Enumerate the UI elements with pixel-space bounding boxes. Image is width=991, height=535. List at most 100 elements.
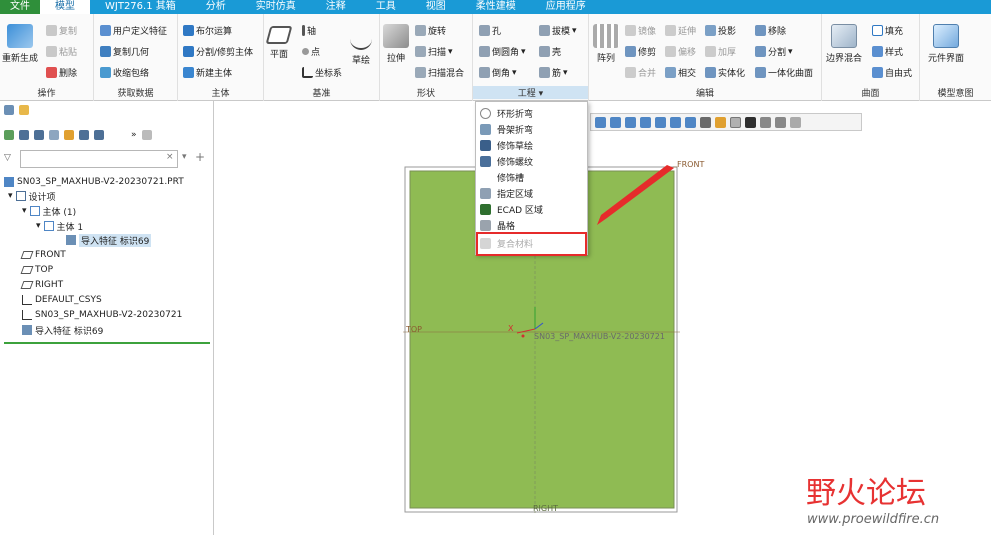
tree-settings-icon[interactable]	[94, 130, 104, 140]
tree-right-plane[interactable]: RIGHT	[20, 278, 63, 292]
tab-tools[interactable]: 工具	[361, 0, 411, 14]
split-trim-body-button[interactable]: 分割/修剪主体	[183, 45, 253, 58]
boundary-blend-button[interactable]: 边界混合	[826, 24, 862, 64]
copy-geometry-button[interactable]: 复制几何	[100, 45, 149, 58]
offset-button[interactable]: 偏移	[665, 45, 696, 58]
perspective-icon[interactable]	[700, 116, 711, 128]
freeform-button[interactable]: 自由式	[872, 66, 912, 79]
solidify-button[interactable]: 实体化	[705, 66, 745, 79]
view-manager-icon[interactable]	[685, 116, 696, 128]
tab-model[interactable]: 模型	[40, 0, 90, 14]
zoom-out-icon[interactable]	[610, 116, 621, 128]
intersect-button[interactable]: 相交	[665, 66, 696, 79]
tree-import-feature[interactable]: 导入特征 标识69	[22, 323, 103, 337]
shrinkwrap-button[interactable]: 收缩包络	[100, 66, 149, 79]
tab-applications[interactable]: 应用程序	[531, 0, 601, 14]
zoom-in-icon[interactable]	[595, 116, 606, 128]
copy-button[interactable]: 复制	[46, 24, 77, 37]
plane-button[interactable]: 平面	[265, 26, 293, 60]
menu-item-cosmetic-thread[interactable]: 修饰螺纹	[480, 154, 533, 168]
tree-body-1[interactable]: ▾ 主体 1	[36, 219, 83, 233]
group-label-engineering[interactable]: 工程 ▾	[473, 86, 588, 99]
tab-analysis[interactable]: 分析	[191, 0, 241, 14]
refit-icon[interactable]	[625, 116, 636, 128]
group-label-editing[interactable]: 编辑	[589, 86, 821, 99]
rib-button[interactable]: 筋 ▾	[539, 66, 568, 79]
group-label-body[interactable]: 主体	[178, 86, 263, 99]
expand-icon[interactable]: ▾	[36, 221, 41, 231]
insert-here-line[interactable]	[4, 342, 210, 344]
tab-flexible-modeling[interactable]: 柔性建模	[461, 0, 531, 14]
trim-button[interactable]: 修剪	[625, 45, 656, 58]
tab-file[interactable]: 文件	[0, 0, 40, 14]
extend-button[interactable]: 延伸	[665, 24, 696, 37]
fill-button[interactable]: 填充	[872, 24, 903, 37]
tree-default-csys[interactable]: DEFAULT_CSYS	[22, 293, 102, 307]
tree-import-feature-selected[interactable]: 导入特征 标识69	[66, 233, 152, 247]
folder-browser-tab-icon[interactable]	[19, 105, 29, 115]
clear-search-icon[interactable]: ×	[166, 152, 174, 162]
tab-annotate[interactable]: 注释	[311, 0, 361, 14]
udf-button[interactable]: 用户定义特征	[100, 24, 167, 37]
group-label-model-intent[interactable]: 模型意图	[920, 86, 991, 99]
saved-orientations-icon[interactable]	[670, 116, 681, 128]
display-style-icon[interactable]	[655, 116, 666, 128]
menu-item-ecad-area[interactable]: ECAD 区域	[480, 202, 543, 216]
menu-item-spinal-bend[interactable]: 骨架折弯	[480, 122, 533, 136]
tree-design-items[interactable]: ▾ 设计项	[8, 189, 56, 203]
repaint-icon[interactable]	[640, 116, 651, 128]
merge-button[interactable]: 合并	[625, 66, 656, 79]
unify-surfaces-button[interactable]: 一体化曲面	[755, 66, 813, 79]
menu-item-designate-area[interactable]: 指定区域	[480, 186, 533, 200]
sketch-button[interactable]: 草绘	[350, 26, 372, 66]
expand-more-icon[interactable]: »	[131, 130, 137, 140]
group-label-get-data[interactable]: 获取数据	[94, 86, 177, 99]
highlight-icon[interactable]	[64, 130, 74, 140]
thicken-button[interactable]: 加厚	[705, 45, 736, 58]
chevron-down-icon[interactable]: ▾	[182, 152, 187, 162]
menu-item-cosmetic-groove[interactable]: 修饰槽	[480, 170, 524, 184]
tree-search-input[interactable]	[20, 150, 178, 168]
point-button[interactable]: 点	[302, 45, 320, 58]
group-label-datum[interactable]: 基准	[264, 86, 379, 99]
pattern-button[interactable]: 阵列	[593, 24, 619, 64]
spin-center-icon[interactable]	[745, 116, 756, 128]
add-filter-icon[interactable]: +	[195, 150, 205, 164]
paste-button[interactable]: 粘贴	[46, 45, 77, 58]
split-button[interactable]: 分割 ▾	[755, 45, 793, 58]
tree-root-part[interactable]: SN03_SP_MAXHUB-V2-20230721.PRT	[4, 175, 184, 189]
show-icon[interactable]	[4, 130, 14, 140]
layer-icon[interactable]	[34, 130, 44, 140]
datum-display-icon[interactable]	[715, 116, 726, 128]
chamfer-button[interactable]: 倒角 ▾	[479, 66, 517, 79]
axis-button[interactable]: 轴	[302, 24, 316, 37]
expand-icon[interactable]: ▾	[22, 206, 27, 216]
delete-button[interactable]: 删除	[46, 66, 77, 79]
menu-item-lattice[interactable]: 晶格	[480, 218, 515, 232]
style-button[interactable]: 样式	[872, 45, 903, 58]
group-label-surfaces[interactable]: 曲面	[822, 86, 919, 99]
remove-button[interactable]: 移除	[755, 24, 786, 37]
component-interface-button[interactable]: 元件界面	[928, 24, 964, 64]
tab-view[interactable]: 视图	[411, 0, 461, 14]
menu-item-toroidal-bend[interactable]: 环形折弯	[480, 106, 533, 120]
hole-button[interactable]: 孔	[479, 24, 501, 37]
model-tree-tab-icon[interactable]	[4, 105, 14, 115]
mirror-button[interactable]: 镜像	[625, 24, 656, 37]
group-label-operations[interactable]: 操作	[0, 86, 93, 99]
tree-list-icon[interactable]	[19, 130, 29, 140]
regenerate-button[interactable]: 重新生成	[2, 24, 38, 64]
preview-icon[interactable]	[141, 130, 152, 140]
tree-filter-icon[interactable]	[79, 130, 89, 140]
pause-icon[interactable]	[775, 116, 786, 128]
round-button[interactable]: 倒圆角 ▾	[479, 45, 526, 58]
annotation-display-icon[interactable]	[730, 116, 741, 128]
expand-icon[interactable]: ▾	[8, 191, 13, 201]
tree-bodies[interactable]: ▾ 主体 (1)	[22, 204, 76, 218]
draft-button[interactable]: 拔模 ▾	[539, 24, 577, 37]
csys-button[interactable]: 坐标系	[302, 66, 342, 79]
boolean-button[interactable]: 布尔运算	[183, 24, 232, 37]
revolve-button[interactable]: 旋转	[415, 24, 446, 37]
shell-button[interactable]: 壳	[539, 45, 561, 58]
tree-part-csys[interactable]: SN03_SP_MAXHUB-V2-20230721	[22, 308, 182, 322]
